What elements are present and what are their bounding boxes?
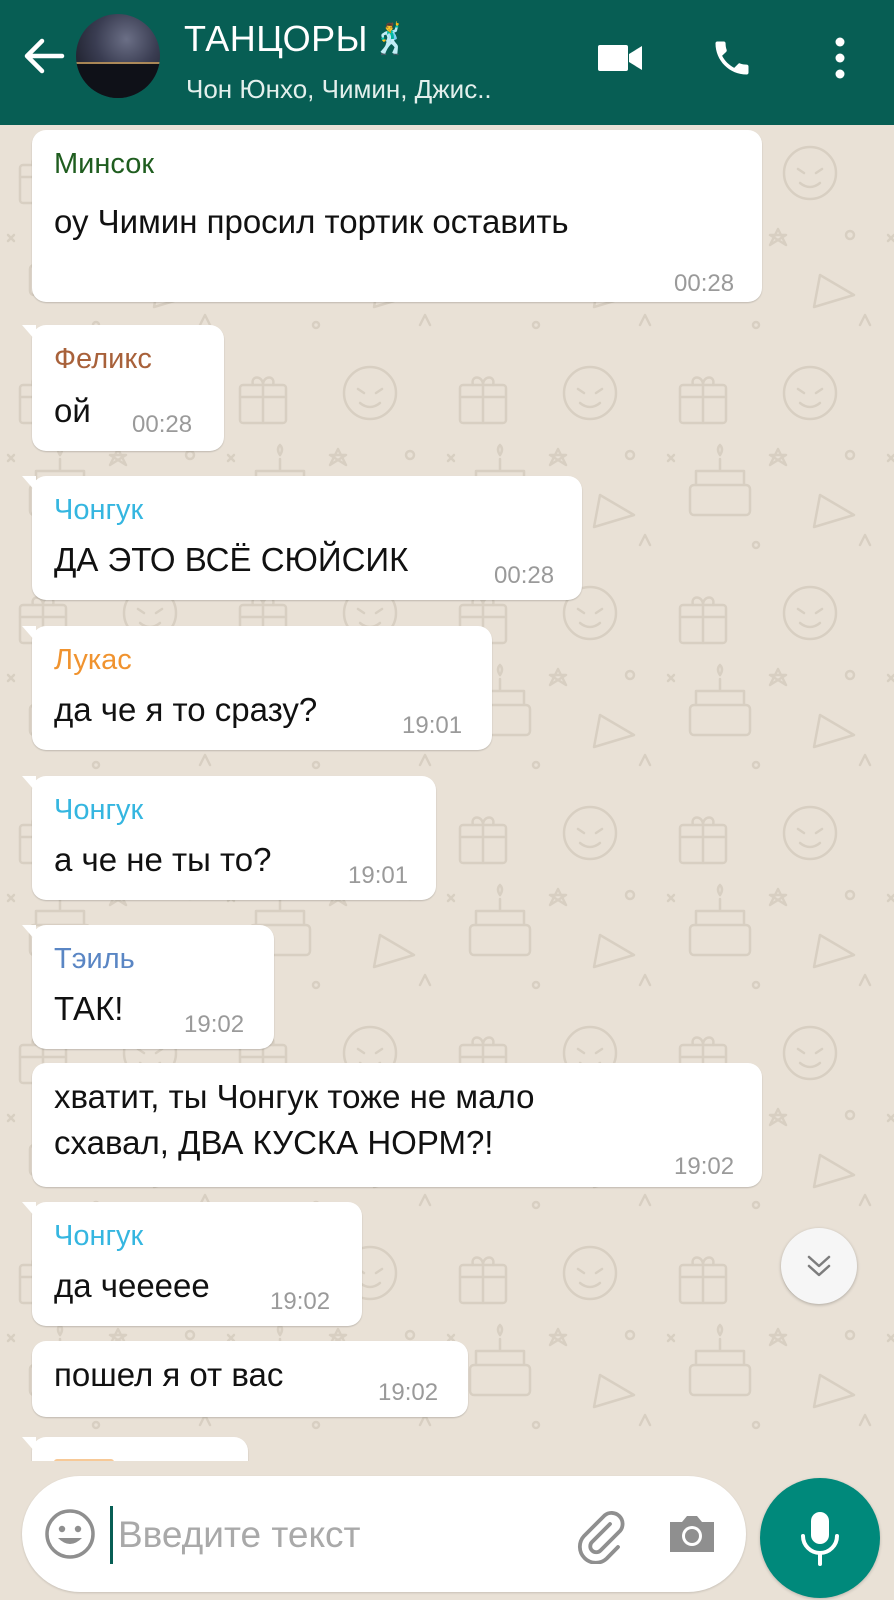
group-avatar[interactable]: [76, 14, 160, 98]
message-bubble[interactable]: Чонгук а че не ты то? 19:01: [22, 776, 436, 900]
message-bubble[interactable]: Феликс ой 00:28: [22, 325, 224, 451]
message-time: 00:28: [132, 411, 193, 438]
message-bubble[interactable]: хватит, ты Чонгук тоже не мало схавал, Д…: [32, 1063, 762, 1187]
message-sender: Чонгук: [54, 794, 144, 826]
message-list[interactable]: Минсок оу Чимин просил тортик оставить 0…: [0, 125, 894, 1461]
message-time: 19:02: [378, 1379, 439, 1406]
message-sender: Тэиль: [54, 943, 135, 975]
chat-title[interactable]: ТАНЦОРЫ 🕺: [184, 18, 410, 60]
back-button[interactable]: [18, 30, 70, 82]
message-text: да чеееее: [54, 1267, 210, 1304]
phone-icon: [715, 41, 749, 75]
emoji-icon: [45, 1509, 95, 1559]
message-text: а че не ты то?: [54, 841, 272, 878]
message-text: ТАК!: [54, 990, 124, 1027]
camera-icon: [670, 1516, 714, 1552]
message-bubble[interactable]: пошел я от вас 19:02: [32, 1341, 468, 1417]
message-text: оу Чимин просил тортик оставить: [54, 203, 569, 240]
message-time: 19:02: [184, 1011, 245, 1038]
voice-message-button[interactable]: [760, 1478, 880, 1598]
attach-button[interactable]: [570, 1504, 630, 1565]
message-composer: [22, 1476, 746, 1592]
message-bubble[interactable]: Чонгук да чеееее 19:02: [22, 1202, 362, 1326]
message-bubble[interactable]: Минсок оу Чимин просил тортик оставить 0…: [32, 130, 762, 302]
chat-participants[interactable]: Чон Юнхо, Чимин, Джис..: [186, 74, 492, 105]
more-vertical-icon: [835, 37, 845, 79]
message-time: 19:01: [402, 712, 463, 739]
message-text-line-2: схавал, ДВА КУСКА НОРМ?!: [54, 1124, 494, 1161]
chat-header: ТАНЦОРЫ 🕺 Чон Юнхо, Чимин, Джис..: [0, 0, 894, 125]
camera-button[interactable]: [662, 1504, 722, 1564]
microphone-icon: [801, 1512, 839, 1566]
message-sender: Чонгук: [54, 1220, 144, 1252]
message-time: 19:02: [270, 1288, 331, 1315]
scroll-to-bottom-button[interactable]: [781, 1228, 857, 1304]
chat-title-text: ТАНЦОРЫ: [184, 18, 369, 59]
arrow-left-icon: [24, 38, 65, 74]
partial-sender-hint: [54, 1459, 114, 1461]
message-text: да че я то сразу?: [54, 691, 318, 728]
message-sender: Чонгук: [54, 494, 144, 526]
message-bubble[interactable]: Чонгук ДА ЭТО ВСЁ СЮЙСИК 00:28: [22, 476, 582, 600]
emoji-button[interactable]: [42, 1506, 98, 1562]
message-text-line-1: хватит, ты Чонгук тоже не мало: [54, 1078, 535, 1115]
message-input[interactable]: [118, 1506, 538, 1564]
message-sender: Феликс: [54, 343, 152, 375]
message-text: ой: [54, 392, 91, 429]
message-bubble[interactable]: Тэиль ТАК! 19:02: [22, 925, 274, 1049]
message-time: 00:28: [674, 270, 735, 297]
message-text: ДА ЭТО ВСЁ СЮЙСИК: [54, 541, 409, 578]
message-text: пошел я от вас: [54, 1356, 284, 1393]
voice-call-button[interactable]: [704, 30, 760, 86]
message-time: 19:02: [674, 1153, 735, 1180]
message-time: 19:01: [348, 862, 409, 889]
text-cursor: [110, 1506, 113, 1564]
message-bubble-partial[interactable]: [22, 1437, 248, 1461]
message-sender: Лукас: [54, 644, 132, 676]
message-sender: Минсок: [54, 148, 155, 180]
message-bubble[interactable]: Лукас да че я то сразу? 19:01: [22, 626, 492, 750]
paperclip-icon: [578, 1511, 625, 1565]
video-call-button[interactable]: [592, 30, 648, 86]
more-options-button[interactable]: [812, 30, 868, 86]
video-call-icon: [598, 45, 642, 71]
message-time: 00:28: [494, 562, 555, 589]
chevron-double-down-icon: [807, 1255, 831, 1277]
dancer-emoji: 🕺: [372, 23, 410, 56]
